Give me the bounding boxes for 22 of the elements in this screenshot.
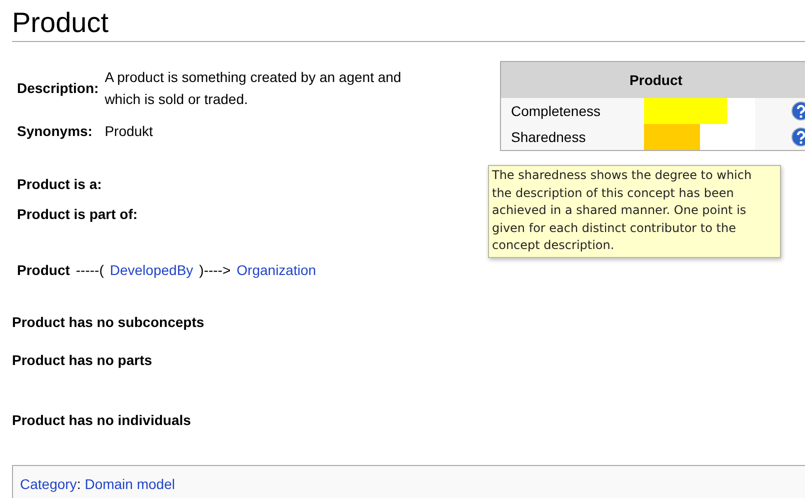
relation-subject: Product	[17, 262, 70, 278]
property-value: A product is something created by an agent and which is sold or traded.	[104, 68, 402, 109]
relation-connector: )---->	[199, 262, 231, 278]
panel-header: Product	[501, 62, 805, 98]
property-label: Synonyms:	[17, 123, 94, 139]
property-label: Description:	[17, 80, 99, 96]
tooltip: The sharedness shows the degree to which the description of this concept has been achieved in a shared manner. One point is given for each distinct contributor to the concept description.	[488, 165, 781, 258]
category-value-link[interactable]: Domain model	[84, 476, 175, 494]
category-separator: :	[76, 476, 81, 494]
property-value: Produkt	[104, 122, 154, 141]
page-title: Product	[12, 0, 805, 42]
statement-text: Product has no parts	[12, 352, 154, 368]
statement-text: Product has no subconcepts	[12, 314, 206, 330]
relation-target-link[interactable]: Organization	[236, 262, 316, 278]
relation-heading: Product is part of:	[17, 206, 139, 222]
statement-text: Product has no individuals	[12, 412, 192, 428]
relation-link[interactable]: DevelopedBy	[110, 262, 194, 278]
relation-heading: Product is a:	[17, 176, 103, 192]
metric-label: Completeness	[511, 103, 602, 119]
relation-connector: -----(	[76, 262, 104, 278]
category-link[interactable]: Category	[20, 476, 77, 494]
metric-label: Sharedness	[511, 129, 587, 145]
